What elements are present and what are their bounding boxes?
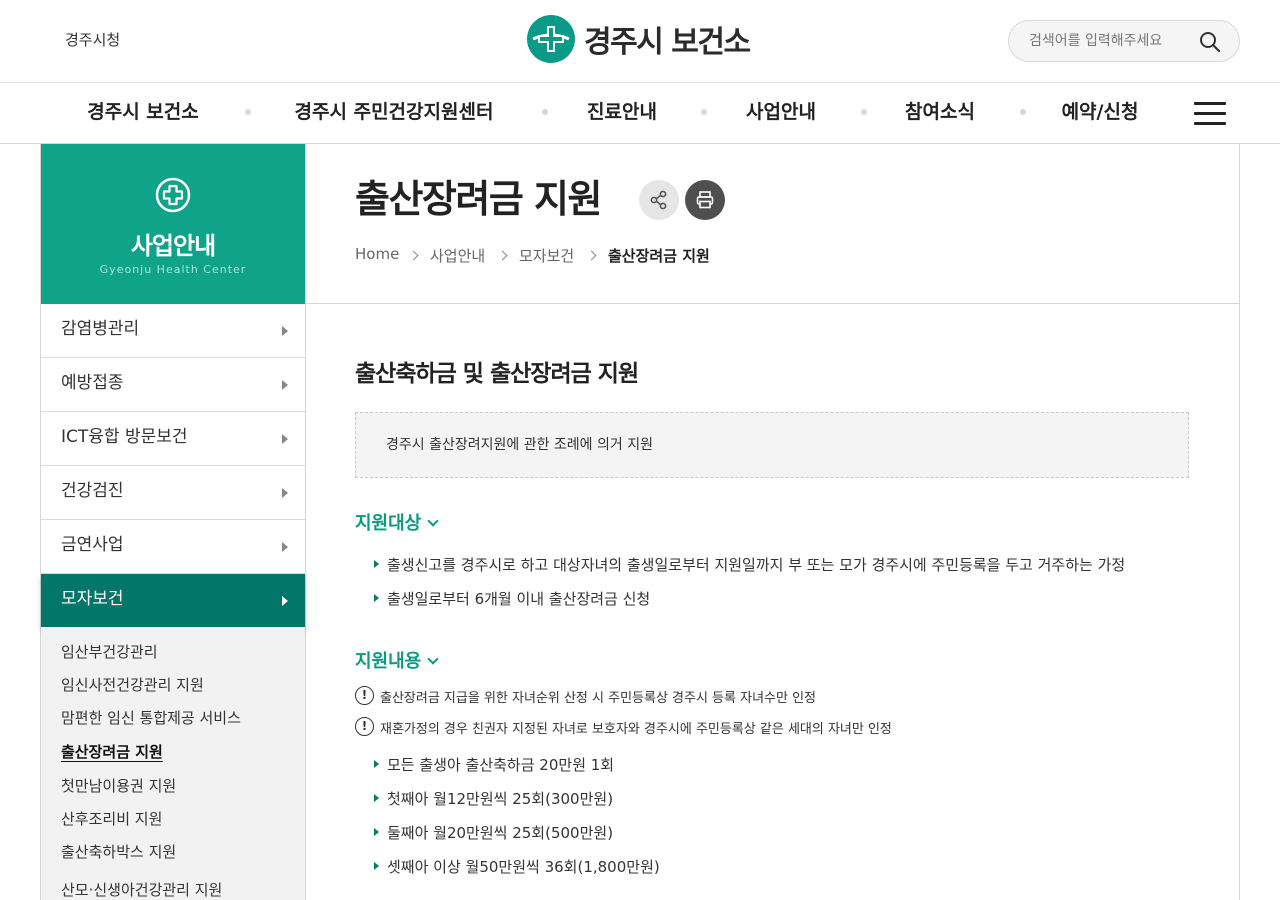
submenu-item-current[interactable]: 출산장려금 지원: [61, 741, 163, 762]
caret-right-icon: [282, 596, 288, 606]
submenu-item[interactable]: 산모·신생아건강관리 지원: [61, 879, 222, 900]
sidebar-submenu: 임산부건강관리 임신사전건강관리 지원 맘편한 임신 통합제공 서비스 출산장려…: [41, 627, 305, 900]
sidebar-item-label: 감염병관리: [61, 319, 140, 339]
bullet-arrow-icon: [374, 828, 379, 836]
gnb-item-health-support-center[interactable]: 경주시 주민건강지원센터: [295, 83, 494, 143]
hamburger-menu-icon[interactable]: [1194, 102, 1226, 126]
breadcrumb-item[interactable]: 사업안내: [430, 245, 485, 266]
notice-text: 출산장려금 지급을 위한 자녀순위 산정 시 주민등록상 경주시 등록 자녀수만…: [380, 691, 817, 706]
submenu-item[interactable]: 임신사전건강관리 지원: [61, 674, 204, 695]
search-icon[interactable]: [1199, 31, 1221, 53]
header-divider: [306, 303, 1239, 304]
gnb-item-reservation[interactable]: 예약/신청: [1062, 83, 1139, 143]
list-item-text: 둘째아 월20만원씩 25회(500만원): [387, 824, 614, 842]
nav-divider: [701, 109, 707, 115]
submenu-item[interactable]: 맘편한 임신 통합제공 서비스: [61, 707, 241, 728]
nav-divider: [245, 109, 251, 115]
sidebar-item-smoking-cessation[interactable]: 금연사업: [41, 520, 305, 574]
list-item-text: 출생일로부터 6개월 이내 출산장려금 신청: [387, 590, 651, 608]
nav-divider: [542, 109, 548, 115]
top-bar: 경주시청 경주시 보건소: [0, 0, 1280, 83]
bullet-arrow-icon: [374, 760, 379, 768]
chevron-down-icon: [427, 515, 439, 527]
submenu-item[interactable]: 첫만남이용권 지원: [61, 775, 176, 796]
sidebar-item-label: 예방접종: [61, 373, 124, 393]
logo-text: 경주시 보건소: [584, 25, 751, 60]
gnb-item-business-info[interactable]: 사업안내: [746, 83, 816, 143]
bullet-arrow-icon: [374, 594, 379, 602]
page-title: 출산장려금 지원: [355, 177, 602, 221]
sidebar-item-label: 건강검진: [61, 481, 124, 501]
target-heading-label: 지원대상: [355, 513, 422, 534]
share-button[interactable]: [639, 180, 679, 220]
sidebar-header: 사업안내 Gyeonju Health Center: [41, 144, 305, 304]
share-icon: [650, 190, 667, 210]
caret-right-icon: [282, 380, 288, 390]
print-icon: [696, 191, 714, 209]
law-notice-box: 경주시 출산장려지원에 관한 조례에 의거 지원: [355, 412, 1189, 478]
section-title: 출산축하금 및 출산장려금 지원: [355, 361, 639, 387]
search-box: [1008, 20, 1240, 62]
city-hall-link[interactable]: 경주시청: [65, 29, 120, 50]
sidebar-title: 사업안내: [130, 232, 216, 260]
support-heading-label: 지원내용: [355, 651, 422, 672]
notice-text: 재혼가정의 경우 친권자 지정된 자녀로 보호자와 경주시에 주민등록상 같은 …: [380, 722, 892, 737]
print-button[interactable]: [685, 180, 725, 220]
breadcrumb-item[interactable]: 모자보건: [519, 245, 574, 266]
chevron-down-icon: [427, 653, 439, 665]
list-item-text: 출생신고를 경주시로 하고 대상자녀의 출생일로부터 지원일까지 부 또는 모가…: [387, 556, 1126, 574]
site-logo[interactable]: 경주시 보건소: [527, 15, 751, 63]
chevron-right-icon: [408, 250, 419, 261]
frame-border: [1239, 144, 1240, 900]
sidebar-item-label: 금연사업: [61, 535, 124, 555]
sidebar-item-ict-visit[interactable]: ICT융합 방문보건: [41, 412, 305, 466]
gnb-item-news[interactable]: 참여소식: [905, 83, 975, 143]
bullet-arrow-icon: [374, 862, 379, 870]
chevron-right-icon: [497, 250, 508, 261]
main-navigation: 경주시 보건소 경주시 주민건강지원센터 진료안내 사업안내 참여소식 예약/신…: [0, 83, 1280, 144]
submenu-item[interactable]: 임산부건강관리: [61, 641, 158, 662]
gnb-item-clinic-info[interactable]: 진료안내: [587, 83, 657, 143]
caret-right-icon: [282, 488, 288, 498]
gnb-item-health-center[interactable]: 경주시 보건소: [87, 83, 199, 143]
caret-right-icon: [282, 542, 288, 552]
support-heading[interactable]: 지원내용: [355, 647, 439, 673]
nav-divider: [861, 109, 867, 115]
caret-right-icon: [282, 326, 288, 336]
caret-right-icon: [282, 434, 288, 444]
bullet-arrow-icon: [374, 560, 379, 568]
exclamation-icon: !: [355, 717, 374, 736]
submenu-item[interactable]: 출산축하박스 지원: [61, 841, 176, 862]
search-input[interactable]: [1029, 21, 1189, 61]
sidebar-item-vaccination[interactable]: 예방접종: [41, 358, 305, 412]
sidebar-item-maternal-health[interactable]: 모자보건: [41, 574, 305, 627]
medical-cross-icon: [155, 177, 191, 213]
list-item-text: 첫째아 월12만원씩 25회(300만원): [387, 790, 614, 808]
submenu-item[interactable]: 산후조리비 지원: [61, 808, 162, 829]
health-center-logo-icon: [527, 15, 575, 63]
sidebar-item-label: ICT융합 방문보건: [61, 427, 188, 447]
bullet-arrow-icon: [374, 794, 379, 802]
list-item-text: 셋째아 이상 월50만원씩 36회(1,800만원): [387, 858, 660, 876]
exclamation-icon: !: [355, 686, 374, 705]
nav-divider: [1020, 109, 1026, 115]
target-heading[interactable]: 지원대상: [355, 509, 439, 535]
law-notice-text: 경주시 출산장려지원에 관한 조례에 의거 지원: [386, 437, 653, 453]
sidebar-item-health-checkup[interactable]: 건강검진: [41, 466, 305, 520]
sidebar-item-infectious-disease[interactable]: 감염병관리: [41, 304, 305, 358]
list-item-text: 모든 출생아 출산축하금 20만원 1회: [387, 756, 615, 774]
frame-border: [305, 144, 306, 900]
chevron-right-icon: [586, 250, 597, 261]
sidebar-item-label: 모자보건: [61, 589, 124, 609]
sidebar-subtitle: Gyeonju Health Center: [99, 263, 247, 276]
sidebar-menu: 감염병관리 예방접종 ICT융합 방문보건 건강검진 금연사업 모자보건: [41, 304, 305, 627]
breadcrumb-current: 출산장려금 지원: [608, 247, 710, 265]
breadcrumb-home[interactable]: Home: [355, 245, 399, 263]
